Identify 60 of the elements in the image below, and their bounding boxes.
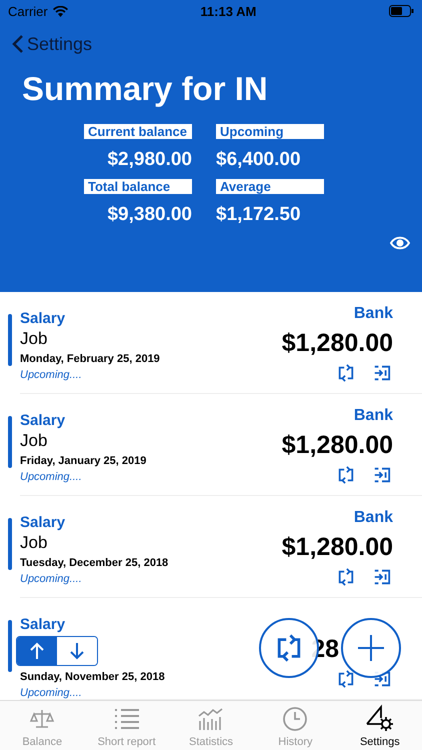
repeat-icon[interactable] — [337, 568, 355, 586]
category-text: Salary — [20, 514, 66, 534]
summary-label: Upcoming — [216, 124, 324, 139]
transaction-row[interactable]: Salary Job Tuesday, December 25, 2018 Upcoming.... Bank $1,280.00 — [20, 496, 422, 598]
tab-item[interactable]: Settings — [338, 701, 422, 750]
account-text: Bank — [354, 305, 393, 324]
row-marker — [8, 620, 12, 672]
row-marker — [8, 314, 12, 366]
page-title: Summary for IN — [22, 70, 269, 108]
summary-value: $6,400.00 — [216, 149, 301, 171]
clock-icon — [282, 706, 308, 732]
status-time: 11:13 AM — [200, 4, 256, 18]
up-arrow-icon — [29, 642, 45, 660]
summary-value: $1,172.50 — [216, 204, 301, 226]
down-arrow-icon — [69, 642, 85, 660]
settings-icon — [364, 704, 395, 732]
amount-text: $1,280.00 — [282, 431, 393, 460]
note-text: Job — [20, 533, 48, 554]
repeat-icon[interactable] — [337, 670, 355, 688]
sort-up-button[interactable] — [17, 637, 57, 665]
account-text: Bank — [354, 407, 393, 426]
category-text: Salary — [20, 412, 66, 432]
transaction-row[interactable]: Salary Job Friday, January 25, 2019 Upcoming.... Bank $1,280.00 — [20, 394, 422, 496]
date-text: Friday, January 25, 2019 — [20, 455, 146, 468]
summary-value: $2,980.00 — [107, 149, 192, 171]
date-text: Sunday, November 25, 2018 — [20, 671, 165, 684]
summary-value: $9,380.00 — [107, 204, 192, 226]
row-marker — [8, 518, 12, 570]
wifi-icon — [52, 6, 68, 16]
plus-icon — [357, 634, 385, 662]
account-text: Bank — [354, 509, 393, 528]
carrier-text: Carrier — [8, 4, 48, 18]
repeat-icon — [275, 634, 303, 662]
list-icon — [112, 706, 141, 732]
bar-chart-icon — [197, 706, 226, 732]
category-text: Salary — [20, 616, 66, 636]
date-text: Monday, February 25, 2019 — [20, 353, 160, 366]
status-text: Upcoming.... — [20, 573, 83, 586]
date-text: Tuesday, December 25, 2018 — [20, 557, 168, 570]
note-text: Job — [20, 431, 48, 452]
row-marker — [8, 416, 12, 468]
status-text: Upcoming.... — [20, 369, 83, 382]
eye-icon[interactable] — [390, 236, 410, 250]
amount-text: $1,280.00 — [282, 533, 393, 562]
note-text: Job — [20, 329, 48, 350]
category-text: Salary — [20, 310, 66, 330]
status-text: Upcoming.... — [20, 471, 83, 484]
battery-icon — [389, 5, 414, 17]
transfer-icon[interactable] — [373, 466, 391, 484]
transfer-icon[interactable] — [373, 568, 391, 586]
summary-label: Average — [216, 179, 324, 194]
status-text: Upcoming.... — [20, 687, 83, 700]
amount-text: $1,280.00 — [282, 329, 393, 358]
summary-label: Total balance — [84, 179, 192, 194]
transaction-row[interactable]: Salary Job Monday, February 25, 2019 Upcoming.... Bank $1,280.00 — [20, 292, 422, 394]
back-chevron-icon — [12, 34, 24, 54]
repeat-icon[interactable] — [337, 364, 355, 382]
summary-label: Current balance — [84, 124, 192, 139]
transfer-icon[interactable] — [373, 364, 391, 382]
repeat-icon[interactable] — [337, 466, 355, 484]
